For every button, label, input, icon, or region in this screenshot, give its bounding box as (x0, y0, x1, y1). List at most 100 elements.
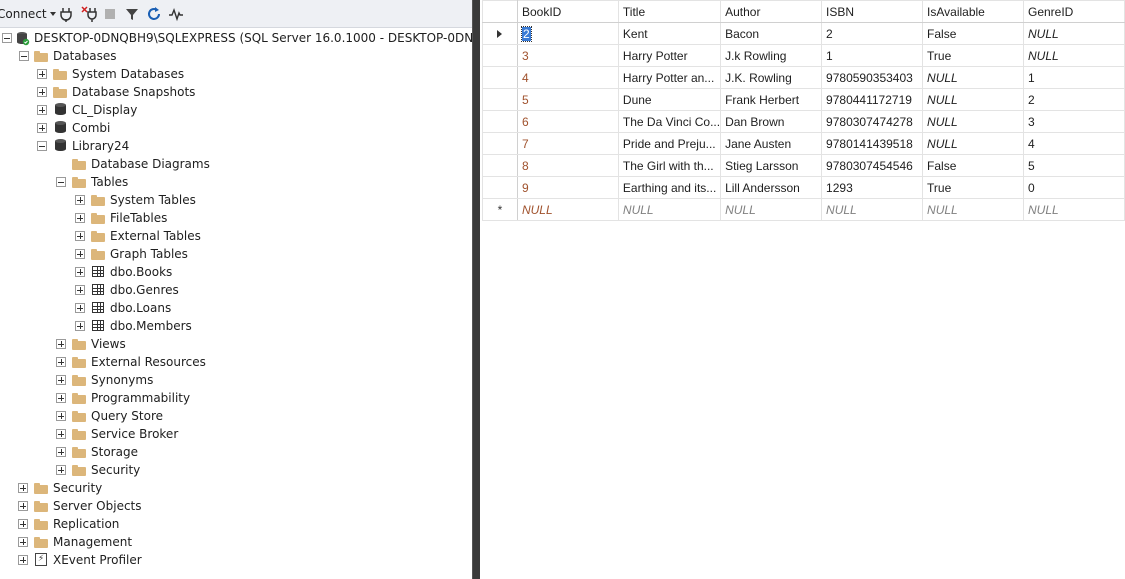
expand-icon[interactable] (56, 357, 66, 367)
tree-node-server-objects[interactable]: Server Objects (0, 497, 472, 515)
expand-icon[interactable] (37, 123, 47, 133)
refresh-icon[interactable] (146, 6, 162, 22)
table-cell[interactable]: Harry Potter an... (617, 66, 722, 89)
table-cell[interactable]: NULL (922, 66, 1024, 89)
table-cell[interactable]: 1 (1023, 66, 1125, 89)
tree-node-database-snapshots[interactable]: Database Snapshots (0, 83, 472, 101)
table-cell[interactable]: 4 (516, 66, 619, 89)
tree-node-programmability[interactable]: Programmability (0, 389, 472, 407)
expand-icon[interactable] (56, 339, 66, 349)
table-cell[interactable]: The Girl with th... (617, 154, 722, 177)
expand-icon[interactable] (75, 267, 85, 277)
table-cell[interactable]: 1293 (821, 176, 924, 199)
row-selector[interactable] (482, 176, 518, 199)
table-cell[interactable]: NULL (922, 198, 1024, 221)
table-cell[interactable]: Stieg Larsson (720, 154, 823, 177)
table-cell[interactable]: Kent (617, 22, 722, 45)
expand-icon[interactable] (37, 87, 47, 97)
table-cell[interactable]: NULL (922, 110, 1024, 133)
collapse-icon[interactable] (37, 141, 47, 151)
table-cell[interactable]: 2 (516, 22, 619, 45)
expand-icon[interactable] (75, 231, 85, 241)
table-cell[interactable]: 9780441172719 (821, 88, 924, 111)
table-cell[interactable]: NULL (1023, 22, 1125, 45)
table-row[interactable]: 7 Pride and Preju... Jane Austen 9780141439… (482, 132, 1125, 155)
expand-icon[interactable] (56, 465, 66, 475)
table-row[interactable]: 5 Dune Frank Herbert 9780441172719 NULL 2 (482, 88, 1125, 111)
column-header[interactable]: Title (617, 0, 722, 23)
tree-node-library24[interactable]: Library24 (0, 137, 472, 155)
table-cell[interactable]: 5 (1023, 154, 1125, 177)
tree-node-management[interactable]: Management (0, 533, 472, 551)
tree-node-views[interactable]: Views (0, 335, 472, 353)
table-cell[interactable]: 9780141439518 (821, 132, 924, 155)
table-cell[interactable]: 6 (516, 110, 619, 133)
table-cell[interactable]: NULL (1023, 44, 1125, 67)
tree-node-dbo-loans[interactable]: dbo.Loans (0, 299, 472, 317)
table-row[interactable]: 4 Harry Potter an... J.K. Rowling 978059035… (482, 66, 1125, 89)
table-cell[interactable]: 9 (516, 176, 619, 199)
grid-corner-cell[interactable] (482, 0, 518, 23)
table-cell[interactable]: Dan Brown (720, 110, 823, 133)
expand-icon[interactable] (18, 519, 28, 529)
table-cell[interactable]: NULL (617, 198, 722, 221)
table-cell[interactable]: NULL (922, 88, 1024, 111)
tree-node-service-broker[interactable]: Service Broker (0, 425, 472, 443)
table-cell[interactable]: J.K. Rowling (720, 66, 823, 89)
table-cell[interactable]: 8 (516, 154, 619, 177)
expand-icon[interactable] (56, 429, 66, 439)
table-row[interactable]: 6 The Da Vinci Co... Dan Brown 978030747427… (482, 110, 1125, 133)
tree-node-dbo-genres[interactable]: dbo.Genres (0, 281, 472, 299)
row-selector[interactable] (482, 154, 518, 177)
tree-node-databases[interactable]: Databases (0, 47, 472, 65)
tree-node-db-security[interactable]: Security (0, 461, 472, 479)
tree-node-system-tables[interactable]: System Tables (0, 191, 472, 209)
tree-node-dbo-books[interactable]: dbo.Books (0, 263, 472, 281)
table-cell[interactable]: True (922, 44, 1024, 67)
tree-node-xevent-profiler[interactable]: ⚡ XEvent Profiler (0, 551, 472, 569)
connect-plug-icon[interactable] (58, 6, 74, 22)
table-cell[interactable]: Lill Andersson (720, 176, 823, 199)
table-cell[interactable]: NULL (1023, 198, 1125, 221)
expand-icon[interactable] (18, 537, 28, 547)
table-cell[interactable]: 3 (1023, 110, 1125, 133)
expand-icon[interactable] (18, 483, 28, 493)
row-selector[interactable] (482, 88, 518, 111)
expand-icon[interactable] (75, 285, 85, 295)
expand-icon[interactable] (56, 375, 66, 385)
expand-icon[interactable] (56, 411, 66, 421)
tree-node-cl-display[interactable]: CL_Display (0, 101, 472, 119)
table-cell[interactable]: 5 (516, 88, 619, 111)
table-row[interactable]: 3 Harry Potter J.k Rowling 1 True NULL (482, 44, 1125, 67)
table-cell[interactable]: Pride and Preju... (617, 132, 722, 155)
table-cell[interactable]: 2 (821, 22, 924, 45)
table-cell[interactable]: 4 (1023, 132, 1125, 155)
tree-node-replication[interactable]: Replication (0, 515, 472, 533)
table-cell[interactable]: J.k Rowling (720, 44, 823, 67)
expand-icon[interactable] (37, 105, 47, 115)
tree-node-graph-tables[interactable]: Graph Tables (0, 245, 472, 263)
filter-icon[interactable] (124, 6, 140, 22)
table-cell[interactable]: 2 (1023, 88, 1125, 111)
expand-icon[interactable] (75, 303, 85, 313)
expand-icon[interactable] (37, 69, 47, 79)
column-header[interactable]: ISBN (821, 0, 924, 23)
column-header[interactable]: Author (720, 0, 823, 23)
row-selector[interactable] (482, 132, 518, 155)
table-cell[interactable]: Bacon (720, 22, 823, 45)
tree-node-external-tables[interactable]: External Tables (0, 227, 472, 245)
tree-node-filetables[interactable]: FileTables (0, 209, 472, 227)
table-cell[interactable]: The Da Vinci Co... (617, 110, 722, 133)
column-header[interactable]: GenreID (1023, 0, 1125, 23)
table-cell[interactable]: NULL (516, 198, 619, 221)
table-cell[interactable]: 0 (1023, 176, 1125, 199)
collapse-icon[interactable] (2, 33, 12, 43)
tree-node-tables[interactable]: Tables (0, 173, 472, 191)
table-row[interactable]: 2 Kent Bacon 2 False NULL (482, 22, 1125, 45)
row-selector[interactable] (482, 22, 518, 45)
table-cell[interactable]: Harry Potter (617, 44, 722, 67)
column-header[interactable]: IsAvailable (922, 0, 1024, 23)
row-selector[interactable] (482, 110, 518, 133)
collapse-icon[interactable] (56, 177, 66, 187)
row-selector[interactable] (482, 44, 518, 67)
